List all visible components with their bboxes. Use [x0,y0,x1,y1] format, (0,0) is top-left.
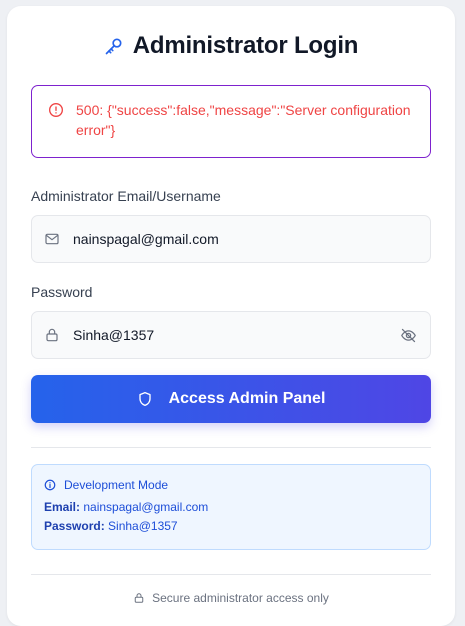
password-label: Password [31,284,93,300]
alert-circle-icon [48,102,64,118]
dev-mode-header: Development Mode [44,478,418,492]
header: Administrator Login [7,32,455,60]
dev-mode-title: Development Mode [64,478,169,492]
mail-icon [44,231,60,247]
divider [31,447,431,448]
key-icon [104,36,124,56]
email-label: Administrator Email/Username [31,188,221,204]
error-message: 500: {"success":false,"message":"Server … [76,102,411,138]
dev-password-value: Sinha@1357 [108,519,178,533]
dev-password-line: Password: Sinha@1357 [44,519,418,533]
page-title: Administrator Login [132,32,359,59]
footer-text: Secure administrator access only [152,591,329,605]
email-input[interactable]: nainspagal@gmail.com [73,231,418,247]
access-admin-panel-button[interactable]: Access Admin Panel [31,375,431,423]
password-field[interactable]: Sinha@1357 [31,311,431,359]
footer: Secure administrator access only [7,591,455,605]
dev-mode-panel: Development Mode Email: nainspagal@gmail… [31,464,431,550]
login-card: Administrator Login 500: {"success":fals… [7,6,455,626]
eye-off-icon[interactable] [400,327,417,344]
shield-icon [137,391,153,407]
email-field[interactable]: nainspagal@gmail.com [31,215,431,263]
dev-password-key: Password: [44,519,105,533]
dev-email-key: Email: [44,500,81,514]
dev-email-line: Email: nainspagal@gmail.com [44,500,418,514]
submit-label: Access Admin Panel [168,390,326,407]
lock-icon [44,327,60,343]
info-icon [44,479,56,491]
password-input[interactable]: Sinha@1357 [73,327,400,343]
error-alert: 500: {"success":false,"message":"Server … [31,85,431,158]
lock-icon [133,592,145,604]
footer-divider [31,574,431,575]
dev-email-value: nainspagal@gmail.com [83,500,209,514]
